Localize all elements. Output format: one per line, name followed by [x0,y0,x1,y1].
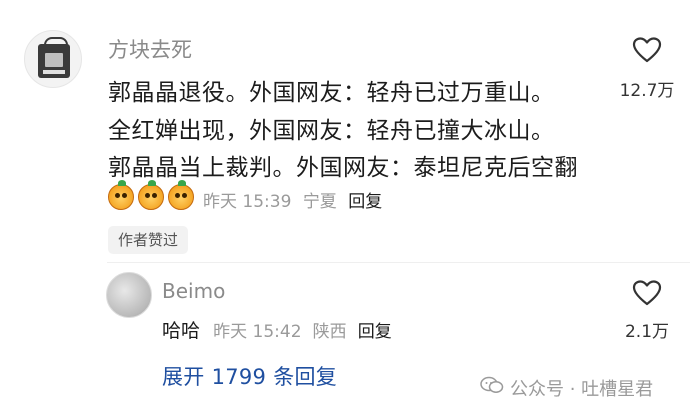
comment-time: 昨天 15:39 [203,192,292,212]
reply-reply-button[interactable]: 回复 [358,322,392,342]
expand-replies-button[interactable]: 展开 1799 条回复 [162,361,337,391]
emoji-icon [138,180,164,210]
like-heart-icon[interactable] [632,36,662,64]
comment-text-line-2: 全红婵出现，外国网友：轻舟已撞大冰山。 [108,118,555,144]
reply-text: 哈哈 [162,320,201,342]
reply-like-heart-icon[interactable] [632,279,662,307]
reply-user-avatar[interactable] [106,272,152,318]
emoji-icon [108,180,134,210]
reply-like-count: 2.1万 [624,322,670,342]
reply-line: 哈哈 昨天 15:42 陕西 回复 [162,316,392,343]
comment-text-line-1: 郭晶晶退役。外国网友：轻舟已过万重山。 [108,80,555,106]
reply-button[interactable]: 回复 [348,192,382,212]
wechat-icon [480,376,504,393]
comment-location: 宁夏 [302,192,337,212]
watermark: 公众号 · 吐槽星君 [510,379,654,400]
comment-username[interactable]: 方块去死 [108,34,192,64]
like-count: 12.7万 [619,81,675,101]
avatar-image [38,37,70,78]
reply-location: 陕西 [312,322,347,342]
emoji-icon [168,180,194,210]
comment-text-line-3: 郭晶晶当上裁判。外国网友：泰坦尼克后空翻 [108,155,578,181]
divider [107,262,690,263]
reply-time: 昨天 15:42 [213,322,302,342]
author-liked-badge: 作者赞过 [108,226,189,254]
comment-meta: 昨天 15:39 宁夏 回复 [203,187,382,212]
reply-username[interactable]: Beimo [162,279,225,303]
user-avatar[interactable] [24,30,82,88]
